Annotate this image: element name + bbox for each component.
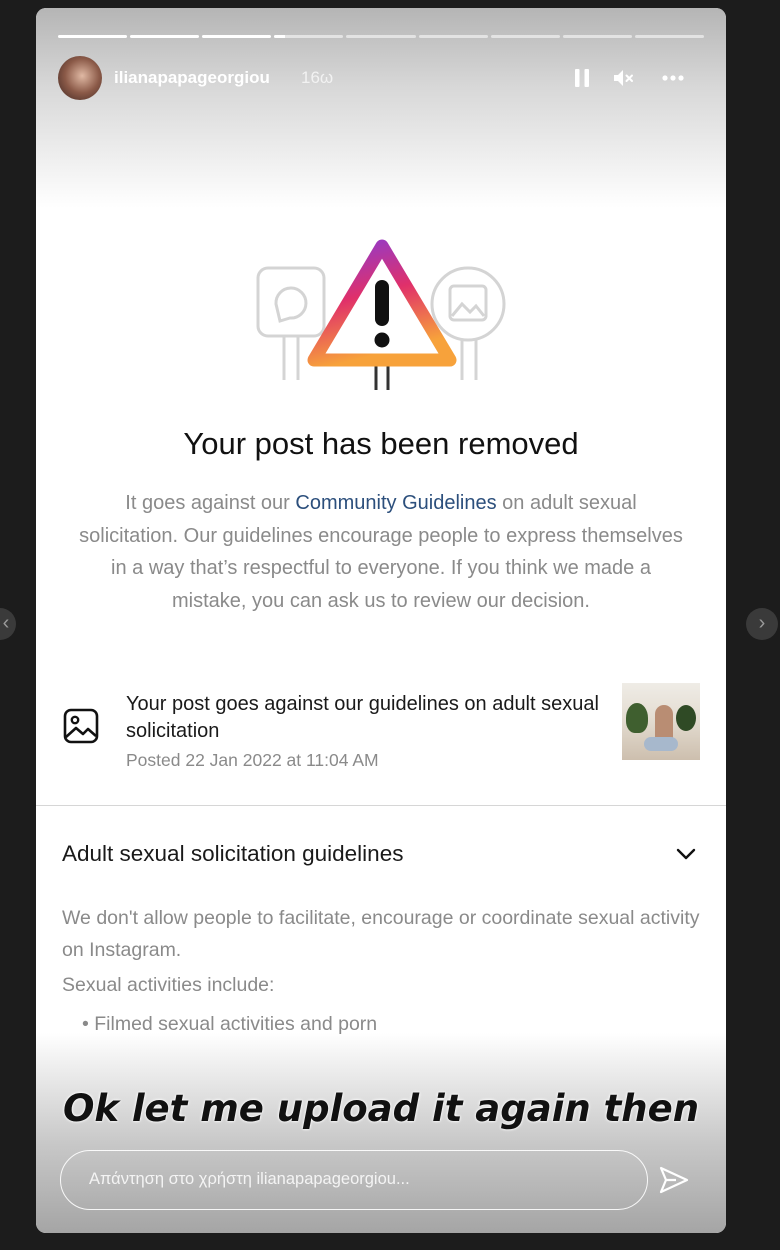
progress-segment [202, 35, 272, 38]
guidelines-text: We don't allow people to facilitate, enc… [62, 907, 700, 961]
chevron-down-icon[interactable] [674, 842, 698, 866]
removed-post-date: Posted 22 Jan 2022 at 11:04 AM [126, 750, 379, 770]
story-username[interactable]: ilianapapageorgiou [114, 68, 270, 88]
reply-placeholder: Απάντηση στο χρήστη ilianapapageorgiou..… [89, 1170, 410, 1188]
progress-segment [274, 35, 344, 38]
description-text: It goes against our [125, 492, 296, 514]
removed-post-title: Your post goes against our guidelines on… [126, 693, 599, 742]
chevron-right-icon: › [758, 612, 766, 634]
removal-description: It goes against our Community Guidelines… [76, 487, 686, 617]
warning-triangle-icon [307, 239, 457, 367]
previous-story-button[interactable]: ‹ [0, 608, 16, 640]
progress-segment [58, 35, 128, 38]
more-horizontal-icon[interactable] [661, 66, 685, 90]
progress-segment [418, 35, 488, 38]
reply-input[interactable]: Απάντηση στο χρήστη ilianapapageorgiou..… [60, 1150, 648, 1210]
community-guidelines-link[interactable]: Community Guidelines [295, 492, 496, 514]
guidelines-section-title[interactable]: Adult sexual solicitation guidelines [62, 841, 403, 867]
progress-segment [490, 35, 560, 38]
top-gradient [36, 8, 726, 208]
progress-segment [346, 35, 416, 38]
chevron-left-icon: ‹ [2, 612, 10, 634]
activities-label: Sexual activities include: [62, 974, 275, 996]
story-viewer: ilianapapageorgiou 16ω Your post has bee… [36, 8, 726, 1233]
next-story-button[interactable]: › [746, 608, 778, 640]
story-text-overlay: Ok let me upload it again then [62, 1087, 700, 1130]
removed-post-thumbnail[interactable] [622, 683, 700, 760]
story-time-ago: 16ω [301, 68, 334, 87]
progress-segment [562, 35, 632, 38]
warning-illustration [256, 239, 506, 390]
story-header: ilianapapageorgiou 16ω [58, 56, 704, 100]
progress-segment [130, 35, 200, 38]
removal-title: Your post has been removed [183, 426, 579, 461]
paper-plane-icon[interactable] [658, 1164, 690, 1196]
progress-segment [634, 35, 704, 38]
image-icon [63, 708, 99, 744]
divider [36, 805, 726, 806]
pause-icon[interactable] [570, 66, 594, 90]
story-progress-bar [58, 35, 704, 38]
avatar[interactable] [58, 56, 102, 100]
speaker-muted-icon[interactable] [611, 66, 635, 90]
